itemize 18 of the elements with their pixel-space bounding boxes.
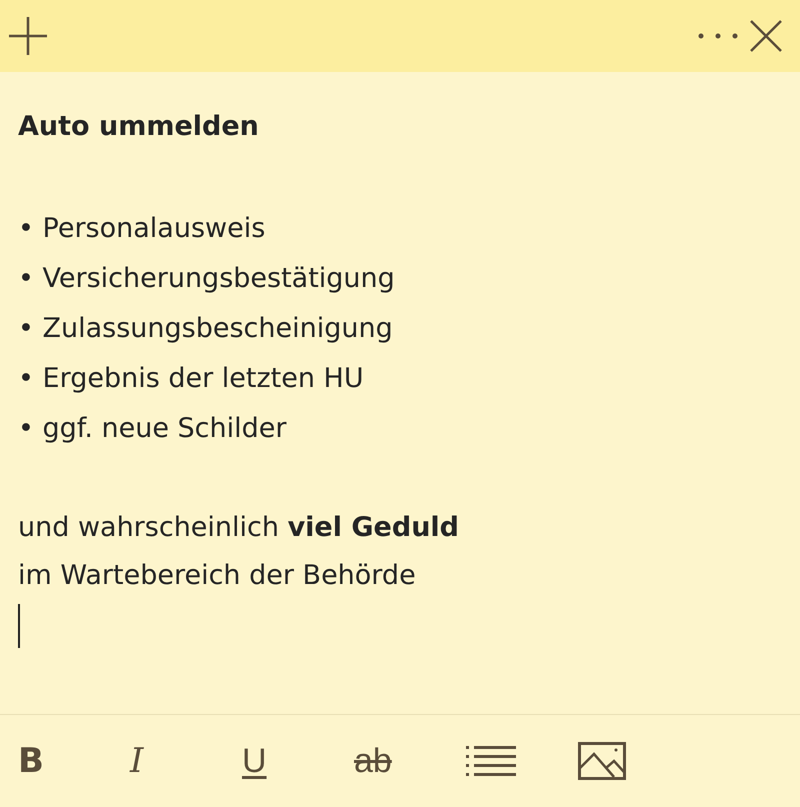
close-icon <box>750 20 782 52</box>
add-icon <box>7 15 49 57</box>
note-text: und wahrscheinlich viel Geduld <box>18 511 460 545</box>
more-icon <box>698 33 738 39</box>
italic-button[interactable]: I <box>130 741 242 781</box>
note-title: Auto ummelden <box>18 110 260 144</box>
list-item: • Ergebnis der letzten HU <box>18 362 365 396</box>
underline-button[interactable]: U <box>242 741 354 781</box>
text-cursor <box>18 604 20 648</box>
list-item: • Versicherungsbestätigung <box>18 262 396 296</box>
list-item: • Personalausweis <box>18 212 266 246</box>
bullet-list-icon <box>466 744 516 778</box>
strikethrough-button[interactable]: ab <box>354 741 466 781</box>
image-icon <box>578 742 626 780</box>
note-text: im Wartebereich der Behörde <box>18 559 417 593</box>
bold-button[interactable]: B <box>18 741 130 781</box>
list-item: • Zulassungsbescheinigung <box>18 312 394 346</box>
list-item: • ggf. neue Schilder <box>18 412 288 446</box>
